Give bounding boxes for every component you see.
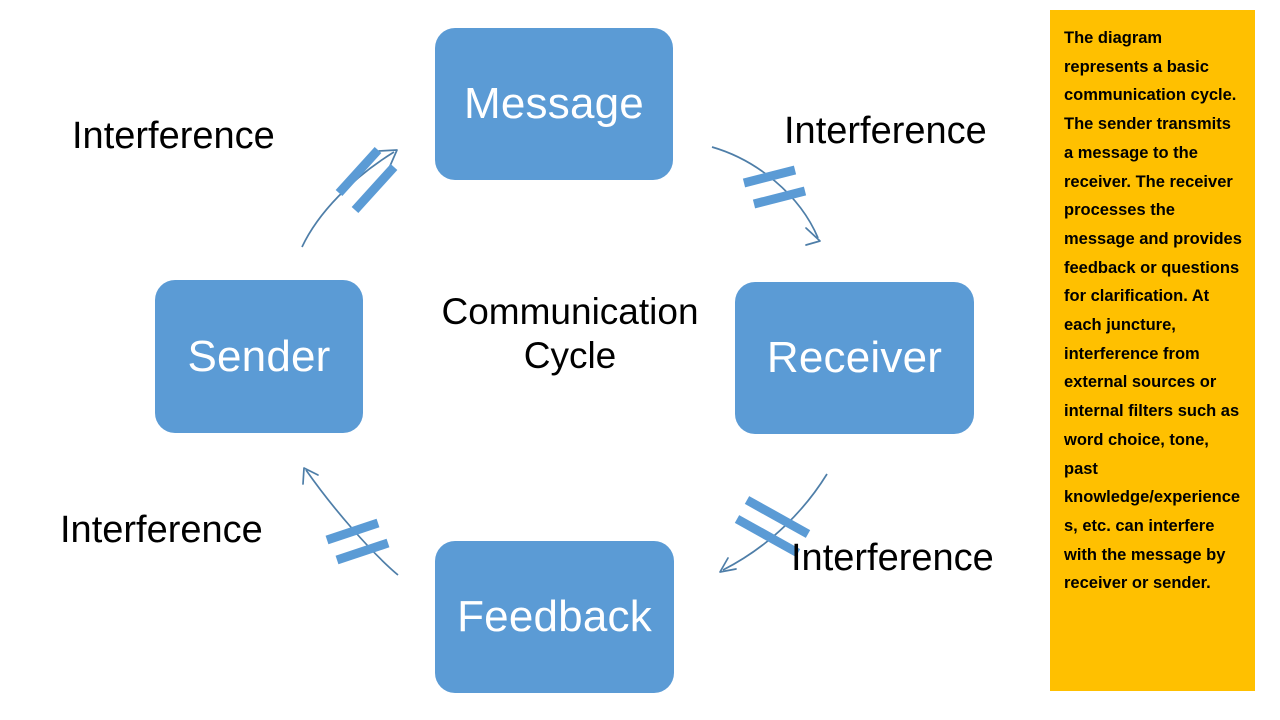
node-sender[interactable]: Sender — [155, 280, 363, 433]
node-message[interactable]: Message — [435, 28, 673, 180]
interference-label-bottom-left: Interference — [60, 509, 263, 551]
flow-arrow-top-right — [711, 146, 821, 246]
interference-hash-bottom-left — [325, 518, 390, 565]
node-message-label: Message — [464, 79, 644, 128]
flow-arrow-top-left — [301, 149, 398, 248]
description-text: The diagram represents a basic communica… — [1064, 29, 1242, 593]
interference-hash-top-left — [335, 146, 398, 214]
flow-arrow-bottom-left — [302, 467, 399, 576]
description-panel: The diagram represents a basic communica… — [1050, 10, 1255, 691]
node-receiver[interactable]: Receiver — [735, 282, 974, 434]
node-feedback-label: Feedback — [457, 592, 652, 641]
interference-label-top-left: Interference — [72, 115, 275, 157]
interference-label-top-right: Interference — [784, 110, 987, 152]
node-receiver-label: Receiver — [766, 333, 943, 382]
center-caption: Communication Cycle — [441, 291, 699, 376]
node-sender-label: Sender — [187, 331, 331, 381]
node-feedback[interactable]: Feedback — [435, 541, 674, 693]
interference-label-bottom-right: Interference — [791, 537, 994, 579]
interference-hash-top-right — [742, 165, 807, 209]
diagram-canvas: Message Sender Receiver Feedback Communi… — [0, 0, 1280, 720]
